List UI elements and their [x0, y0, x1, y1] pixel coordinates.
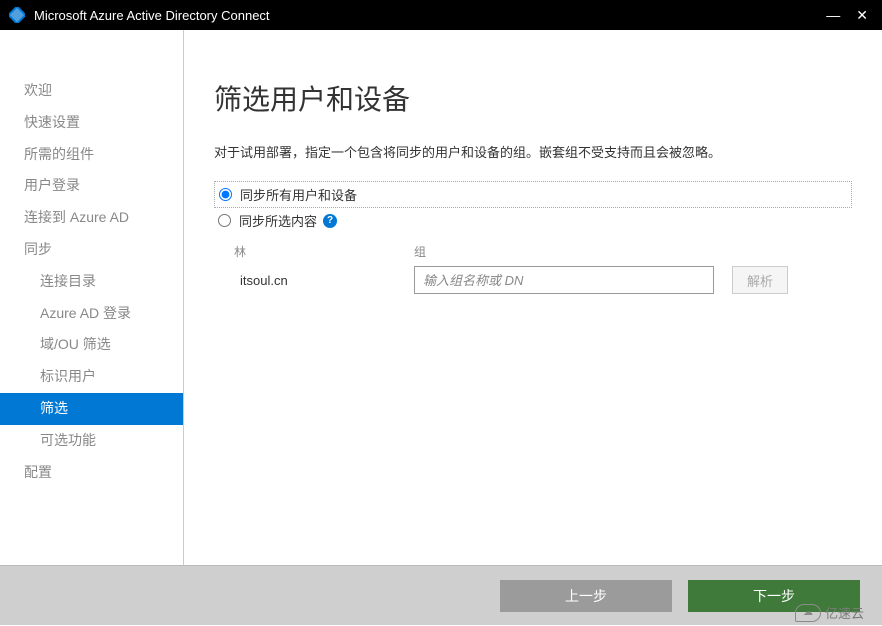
radio-sync-selected-label: 同步所选内容	[239, 211, 317, 230]
sidebar-item-label: 标识用户	[40, 368, 96, 384]
sidebar-item-9[interactable]: 标识用户	[0, 361, 183, 393]
form-header: 林 组	[234, 243, 852, 260]
previous-button[interactable]: 上一步	[500, 580, 672, 612]
sidebar-item-label: Azure AD 登录	[40, 305, 131, 321]
close-icon[interactable]: ✕	[856, 8, 868, 22]
sidebar-item-5[interactable]: 同步	[0, 234, 183, 266]
sidebar-item-label: 可选功能	[40, 432, 96, 448]
form-grid: 林 组 itsoul.cn 解析	[214, 243, 852, 294]
sidebar-item-label: 用户登录	[24, 177, 80, 193]
radio-sync-selected[interactable]: 同步所选内容 ?	[214, 208, 852, 233]
sidebar-item-12[interactable]: 配置	[0, 457, 183, 489]
sidebar-item-label: 快速设置	[24, 114, 80, 130]
sidebar-item-11[interactable]: 可选功能	[0, 425, 183, 457]
sidebar-item-label: 同步	[24, 241, 52, 257]
form-row: itsoul.cn 解析	[234, 266, 852, 294]
window-title: Microsoft Azure Active Directory Connect	[34, 8, 270, 23]
page-title: 筛选用户和设备	[214, 78, 852, 118]
sidebar-item-label: 欢迎	[24, 82, 52, 98]
sidebar-item-3[interactable]: 用户登录	[0, 170, 183, 202]
sidebar-item-label: 配置	[24, 464, 52, 480]
titlebar: Microsoft Azure Active Directory Connect…	[0, 0, 882, 30]
radio-sync-all-input[interactable]	[219, 188, 232, 201]
sidebar-item-label: 域/OU 筛选	[40, 336, 111, 352]
forest-column-header: 林	[234, 243, 414, 260]
group-column-header: 组	[414, 243, 426, 260]
window-controls: — ✕	[826, 8, 874, 22]
watermark-text: 亿速云	[825, 603, 864, 622]
radio-sync-all-label: 同步所有用户和设备	[240, 185, 357, 204]
content-pane: 筛选用户和设备 对于试用部署，指定一个包含将同步的用户和设备的组。嵌套组不受支持…	[184, 30, 882, 565]
group-input[interactable]	[414, 266, 714, 294]
sidebar-item-6[interactable]: 连接目录	[0, 266, 183, 298]
sidebar-item-10[interactable]: 筛选	[0, 393, 183, 425]
forest-value: itsoul.cn	[234, 273, 414, 288]
sidebar-item-label: 所需的组件	[24, 146, 94, 162]
page-description: 对于试用部署，指定一个包含将同步的用户和设备的组。嵌套组不受支持而且会被忽略。	[214, 142, 852, 161]
sidebar-item-0[interactable]: 欢迎	[0, 75, 183, 107]
main-area: 欢迎快速设置所需的组件用户登录连接到 Azure AD 同步连接目录 Azure A…	[0, 30, 882, 565]
sidebar-item-8[interactable]: 域/OU 筛选	[0, 329, 183, 361]
sidebar-item-7[interactable]: Azure AD 登录	[0, 298, 183, 330]
cloud-icon: ☁	[795, 604, 821, 622]
resolve-button: 解析	[732, 266, 788, 294]
radio-sync-selected-input[interactable]	[218, 214, 231, 227]
sidebar-item-label: 筛选	[40, 400, 68, 416]
minimize-icon[interactable]: —	[826, 8, 840, 22]
watermark: ☁ 亿速云	[795, 603, 864, 622]
azure-icon	[8, 6, 26, 24]
radio-sync-all[interactable]: 同步所有用户和设备	[214, 181, 852, 208]
footer: 上一步 下一步	[0, 565, 882, 625]
sidebar-item-label: 连接到 Azure AD	[24, 209, 129, 225]
sidebar-item-label: 连接目录	[40, 273, 96, 289]
sidebar: 欢迎快速设置所需的组件用户登录连接到 Azure AD 同步连接目录 Azure A…	[0, 30, 184, 565]
help-icon[interactable]: ?	[323, 214, 337, 228]
sidebar-item-1[interactable]: 快速设置	[0, 107, 183, 139]
sidebar-item-2[interactable]: 所需的组件	[0, 139, 183, 171]
sidebar-item-4[interactable]: 连接到 Azure AD	[0, 202, 183, 234]
